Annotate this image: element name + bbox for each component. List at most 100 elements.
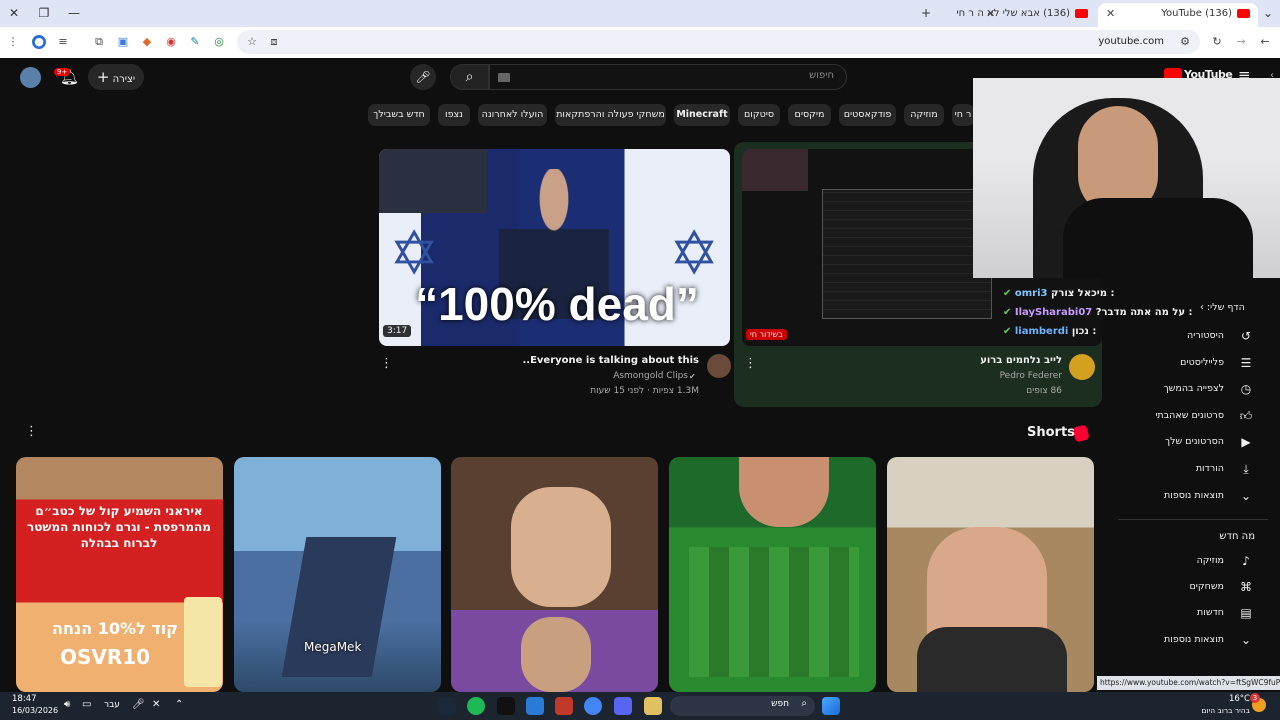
chip-mixes[interactable]: מיקסים [788,104,831,126]
sidebar-item-liked[interactable]: 👍︎ סרטונים שאהבתי [1120,404,1260,430]
chevron-up-icon[interactable]: ⌃ [175,699,183,710]
short-thumbnail[interactable]: MegaMek [234,457,441,692]
more-options-icon[interactable]: ⋮ [25,424,38,439]
sidebar-item-gaming[interactable]: ⌘ משחקים [1120,575,1260,601]
taskbar-search[interactable]: חפש ⌕ [670,696,815,716]
extension-icon[interactable]: ▣ [116,35,130,49]
you-section-header[interactable]: הדף שלי: › [1200,302,1245,313]
restore-window-icon[interactable]: ❐ [34,4,54,22]
site-info-icon[interactable]: ⚙ [1178,35,1192,49]
sidebar-item-downloads[interactable]: ⤓ הורדות [1120,457,1260,483]
channel-name[interactable]: Pedro Federer [1000,371,1062,381]
chip-live[interactable]: ר חי [952,104,974,126]
reload-icon[interactable]: ↻ [1210,35,1224,49]
weather-temp[interactable]: 16°C [1200,694,1250,704]
notification-muted-icon[interactable]: ✕ [152,699,160,710]
chip-minecraft[interactable]: Minecraft [674,104,730,126]
clock-date: 16/03/2026 [12,706,59,715]
chat-badge-icon: ✔ [1003,307,1012,318]
extensions-puzzle-icon[interactable]: ⧉ [92,35,106,49]
bookmark-star-icon[interactable]: ☆ [245,35,259,49]
file-explorer-icon[interactable] [644,697,662,715]
terminal-icon[interactable] [497,697,515,715]
video-title[interactable]: Everyone is talking about this.. [522,355,699,366]
short-thumbnail[interactable] [451,457,658,692]
channel-avatar[interactable] [1069,354,1095,380]
video-meta: 86 צופים [1026,386,1062,396]
close-tab-icon[interactable]: ✕ [986,3,995,25]
chrome-icon[interactable] [584,697,602,715]
create-button[interactable]: יצירה + [88,64,144,90]
video-thumbnail[interactable]: ✡ ✡ “100% dead” 3:17 [379,149,730,346]
network-icon[interactable]: ▭ [82,699,91,710]
inset-image [379,149,487,213]
sidebar-item-watch-later[interactable]: ◷ לצפייה בהמשך [1120,377,1260,403]
menu-icon[interactable]: ⋮ [6,35,20,49]
close-tab-icon[interactable]: ✕ [1106,3,1115,25]
mech-figure [281,537,397,677]
sidebar-item-show-more[interactable]: ⌄ תוצאות נוספות [1120,484,1260,510]
new-tab-button[interactable]: + [916,4,936,22]
language-indicator[interactable]: עבר [104,700,120,710]
install-app-icon[interactable]: ⧈ [267,35,281,49]
extension-icon[interactable]: ◆ [140,35,154,49]
chip-recently-uploaded[interactable]: הועלו לאחרונה [478,104,547,126]
more-options-icon[interactable]: ⋮ [744,356,757,371]
minimize-window-icon[interactable]: — [64,4,84,22]
profile-icon[interactable]: ● [32,35,46,49]
steam-icon[interactable] [438,697,456,715]
address-bar[interactable]: ☆ ⧈ youtube.com ⚙ [237,30,1200,54]
voice-search-icon[interactable]: 🎤︎ [410,64,436,90]
search-button[interactable]: ⌕ [450,64,489,90]
channel-avatar[interactable] [707,354,731,378]
chip-sitcom[interactable]: סיטקום [738,104,780,126]
more-options-icon[interactable]: ⋮ [380,356,393,371]
chat-badge-icon: ✔ [1003,288,1012,299]
sidebar-item-show-more[interactable]: ⌄ תוצאות נוספות [1120,628,1260,654]
tab-youtube[interactable]: (136) YouTube ✕ [1098,3,1258,27]
app-icon[interactable] [555,697,573,715]
tab-live[interactable]: ר חי [942,3,978,27]
tab-video[interactable]: (136) אבא שלי לא האמין כי בצו... ✕ [978,3,1096,27]
chip-watched[interactable]: נצפו [438,104,470,126]
avatar[interactable] [20,67,41,88]
person-figure [521,617,591,692]
chip-podcasts[interactable]: פודקאסטים [839,104,896,126]
extension-icon[interactable]: ≡ [56,35,70,49]
search-input[interactable]: חיפוש [489,64,847,90]
browser-toolbar: ⋮ ● ≡ ⧉ ▣ ◆ ◉ ✎ ◎ ☆ ⧈ youtube.com ⚙ ↻ → … [0,27,1280,58]
sidebar-item-music[interactable]: ♪ מוזיקה [1120,549,1260,575]
tab-search-icon[interactable]: ⌄ [1258,4,1278,22]
extension-icon[interactable]: ◉ [164,35,178,49]
channel-name[interactable]: Asmongold Clips [613,371,688,381]
sidebar-item-news[interactable]: ▤ חדשות [1120,601,1260,627]
weather-badge: 3 [1250,693,1260,703]
inset-image [742,149,808,191]
promo-text: קוד ל10% הנחה [51,619,179,638]
spotify-icon[interactable] [467,697,485,715]
forward-icon[interactable]: → [1234,35,1248,49]
sidebar-item-playlists[interactable]: ☰ פלייליסטים [1120,351,1260,377]
windows-start-icon[interactable] [822,697,840,715]
jacket [917,627,1067,692]
short-thumbnail[interactable] [887,457,1094,692]
back-icon[interactable]: ← [1258,35,1272,49]
sidebar-item-your-videos[interactable]: ▶ הסרטונים שלך [1120,430,1260,456]
short-thumbnail[interactable] [669,457,876,692]
mic-icon[interactable]: 🎤︎ [132,699,145,710]
chip-action-adventure[interactable]: משחקי פעולה והרפתקאות [555,104,666,126]
keyboard-icon[interactable] [498,73,510,82]
discord-icon[interactable] [614,697,632,715]
video-title[interactable]: לייב נלחמים ברוע [980,355,1062,366]
close-window-icon[interactable]: ✕ [4,4,24,22]
sidebar-label: הורדות [1195,463,1224,474]
chip-new-for-you[interactable]: חדש בשבילך [368,104,430,126]
divider [1118,519,1268,520]
speaker-icon[interactable]: 🔊︎ [64,699,70,710]
short-thumbnail[interactable]: איראני השמיע קול של כטב״ם מהמרפסת - וגרם… [16,457,223,692]
sidebar-item-history[interactable]: ↺ היסטוריה [1120,324,1260,350]
chip-music[interactable]: מוזיקה [904,104,944,126]
extension-icon[interactable]: ✎ [188,35,202,49]
extension-icon[interactable]: ◎ [212,35,226,49]
apps-grid-icon[interactable] [526,697,544,715]
